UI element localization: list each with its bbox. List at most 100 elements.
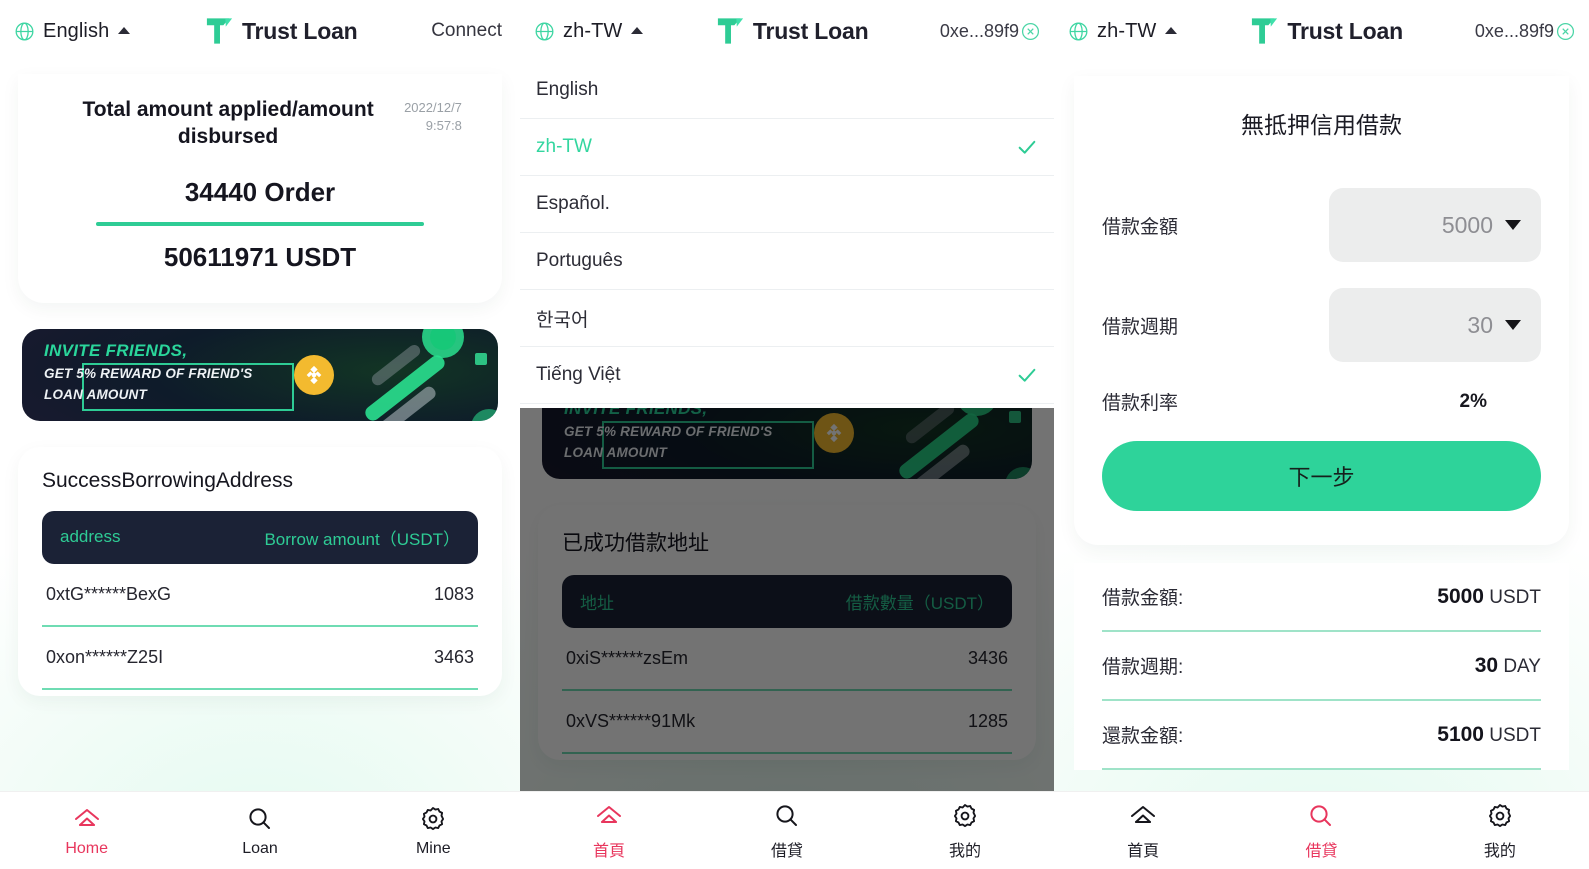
loan-rate-value: 2% (1459, 390, 1487, 412)
brand-name: Trust Loan (241, 17, 358, 44)
loan-summary-card: 借款金額: 5000 USDT 借款週期: 30 DAY 還款金額: 5100 … (1074, 563, 1569, 770)
language-dropdown-menu: English zh-TW Español. Português 한국어 Tiế… (520, 62, 1054, 408)
gear-icon (422, 806, 445, 830)
phone-screen-loan-form: zh-TW Trust Loan 0xe...89f9 無抵押信用借款 借款金額… (1054, 0, 1589, 869)
summary-unit: DAY (1503, 655, 1541, 677)
connect-button[interactable]: Connect (431, 20, 506, 42)
brand-logo: Trust Loan (204, 15, 358, 47)
language-option-label: Español. (536, 193, 610, 214)
loan-amount-select[interactable]: 5000 (1329, 188, 1541, 262)
language-selector[interactable]: zh-TW (534, 20, 644, 43)
disconnect-circle-icon[interactable] (1556, 22, 1575, 41)
nav-item-mine[interactable]: 我的 (876, 801, 1054, 861)
stat-card: Total amount applied/amount disbursed 20… (18, 74, 502, 303)
summary-number: 5000 (1437, 584, 1484, 608)
invite-friends-banner[interactable]: INVITE FRIENDS, GET 5% REWARD OF FRIEND'… (22, 328, 498, 421)
language-option-label: zh-TW (536, 136, 592, 157)
row-amount: 3463 (433, 646, 474, 667)
nav-item-home[interactable]: 首頁 (1054, 801, 1232, 861)
phone-screen-home-english: English Trust Loan Connect Total amount … (0, 0, 520, 869)
gear-icon (953, 803, 977, 827)
banner-line-3: LOAN AMOUNT (44, 386, 147, 402)
column-header-amount: Borrow amount（USDT） (264, 529, 460, 549)
app-header: zh-TW Trust Loan 0xe...89f9 (520, 0, 1054, 62)
nav-label: 借貸 (770, 842, 803, 860)
brand-name: Trust Loan (1287, 17, 1403, 44)
language-option-label: English (536, 79, 599, 100)
modal-backdrop-overlay[interactable] (520, 388, 1054, 791)
summary-label: 還款金額: (1102, 726, 1184, 747)
summary-label: 借款週期: (1102, 657, 1184, 678)
stat-title: Total amount applied/amount disbursed (82, 98, 374, 149)
row-address: 0xon******Z25I (46, 646, 164, 667)
form-row-amount: 借款金額 5000 (1102, 188, 1541, 262)
nav-item-loan[interactable]: 借貸 (698, 801, 876, 861)
language-option-korean[interactable]: 한국어 (520, 290, 1054, 347)
success-borrowing-address-card: SuccessBorrowingAddress address Borrow a… (18, 446, 502, 696)
language-selector[interactable]: English (14, 19, 131, 43)
loan-rate-label: 借款利率 (1102, 393, 1179, 414)
bnb-coin-icon (294, 354, 334, 395)
nav-item-loan[interactable]: 借貸 (1232, 801, 1410, 861)
language-option-label: Tiếng Việt (536, 364, 621, 385)
language-selector[interactable]: zh-TW (1068, 19, 1178, 43)
table-row: 0xtG******BexG 1083 (42, 564, 478, 627)
summary-row-term: 借款週期: 30 DAY (1102, 632, 1541, 701)
screenshot-root: English Trust Loan Connect Total amount … (0, 0, 1589, 869)
language-label: zh-TW (1097, 19, 1157, 42)
language-option-vietnamese[interactable]: Tiếng Việt (520, 347, 1054, 404)
row-address: 0xtG******BexG (46, 583, 172, 604)
nav-label: 借貸 (1305, 842, 1338, 860)
search-icon (1310, 804, 1332, 826)
panel1-body: Total amount applied/amount disbursed 20… (0, 62, 520, 791)
language-label: English (43, 19, 110, 42)
stat-timestamp: 2022/12/7 9:57:8 (404, 100, 462, 133)
home-icon (74, 808, 99, 826)
loan-term-select[interactable]: 30 (1329, 288, 1541, 362)
summary-label: 借款金額: (1102, 588, 1184, 609)
banner-line-1: INVITE FRIENDS, (44, 340, 188, 360)
search-icon (249, 807, 270, 829)
stat-amount: 50611971 USDT (163, 241, 357, 272)
brand-logo: Trust Loan (1249, 15, 1403, 47)
language-option-zh-tw[interactable]: zh-TW (520, 119, 1054, 176)
summary-unit: USDT (1489, 586, 1541, 608)
wallet-chip[interactable]: 0xe...89f9 (940, 21, 1040, 42)
caret-up-icon (118, 26, 131, 34)
summary-value: 5000 USDT (1437, 585, 1541, 609)
panel3-body: 無抵押信用借款 借款金額 5000 借款週期 30 借款利率 2% 下一步 借款… (1054, 62, 1589, 791)
nav-label: 首頁 (1127, 842, 1160, 860)
next-step-button[interactable]: 下一步 (1102, 441, 1541, 511)
column-header-address: address (60, 527, 121, 547)
nav-item-home[interactable]: Home (0, 804, 173, 858)
nav-label: 首頁 (592, 842, 625, 860)
bottom-navigation: 首頁 借貸 我的 (1054, 791, 1589, 869)
wallet-address: 0xe...89f9 (939, 20, 1019, 41)
stat-order-count: 34440 Order (184, 176, 336, 207)
nav-item-mine[interactable]: 我的 (1411, 801, 1589, 861)
chevron-down-icon (1505, 220, 1521, 230)
caret-up-icon (631, 26, 644, 34)
nav-item-home[interactable]: 首頁 (520, 801, 698, 861)
language-option-english[interactable]: English (520, 62, 1054, 119)
nav-label: Mine (415, 839, 451, 857)
home-icon (1131, 805, 1156, 823)
language-option-portugues[interactable]: Português (520, 233, 1054, 290)
nav-label: 我的 (1483, 842, 1516, 860)
brand-name: Trust Loan (752, 17, 869, 44)
address-table-header: address Borrow amount（USDT） (42, 510, 478, 564)
bottom-navigation: 首頁 借貸 我的 (520, 791, 1054, 869)
disconnect-circle-icon[interactable] (1021, 22, 1040, 41)
nav-item-mine[interactable]: Mine (347, 804, 520, 858)
language-option-label: Português (536, 250, 623, 271)
wallet-chip[interactable]: 0xe...89f9 (1475, 21, 1575, 42)
address-table-title: SuccessBorrowingAddress (42, 468, 293, 492)
globe-icon (535, 22, 554, 40)
nav-item-loan[interactable]: Loan (173, 804, 346, 858)
stat-divider (96, 221, 424, 226)
nav-label: 我的 (948, 842, 981, 860)
loan-term-value: 30 (1467, 311, 1493, 338)
language-option-espanol[interactable]: Español. (520, 176, 1054, 233)
check-icon (1018, 368, 1036, 382)
loan-amount-label: 借款金額 (1102, 216, 1179, 238)
